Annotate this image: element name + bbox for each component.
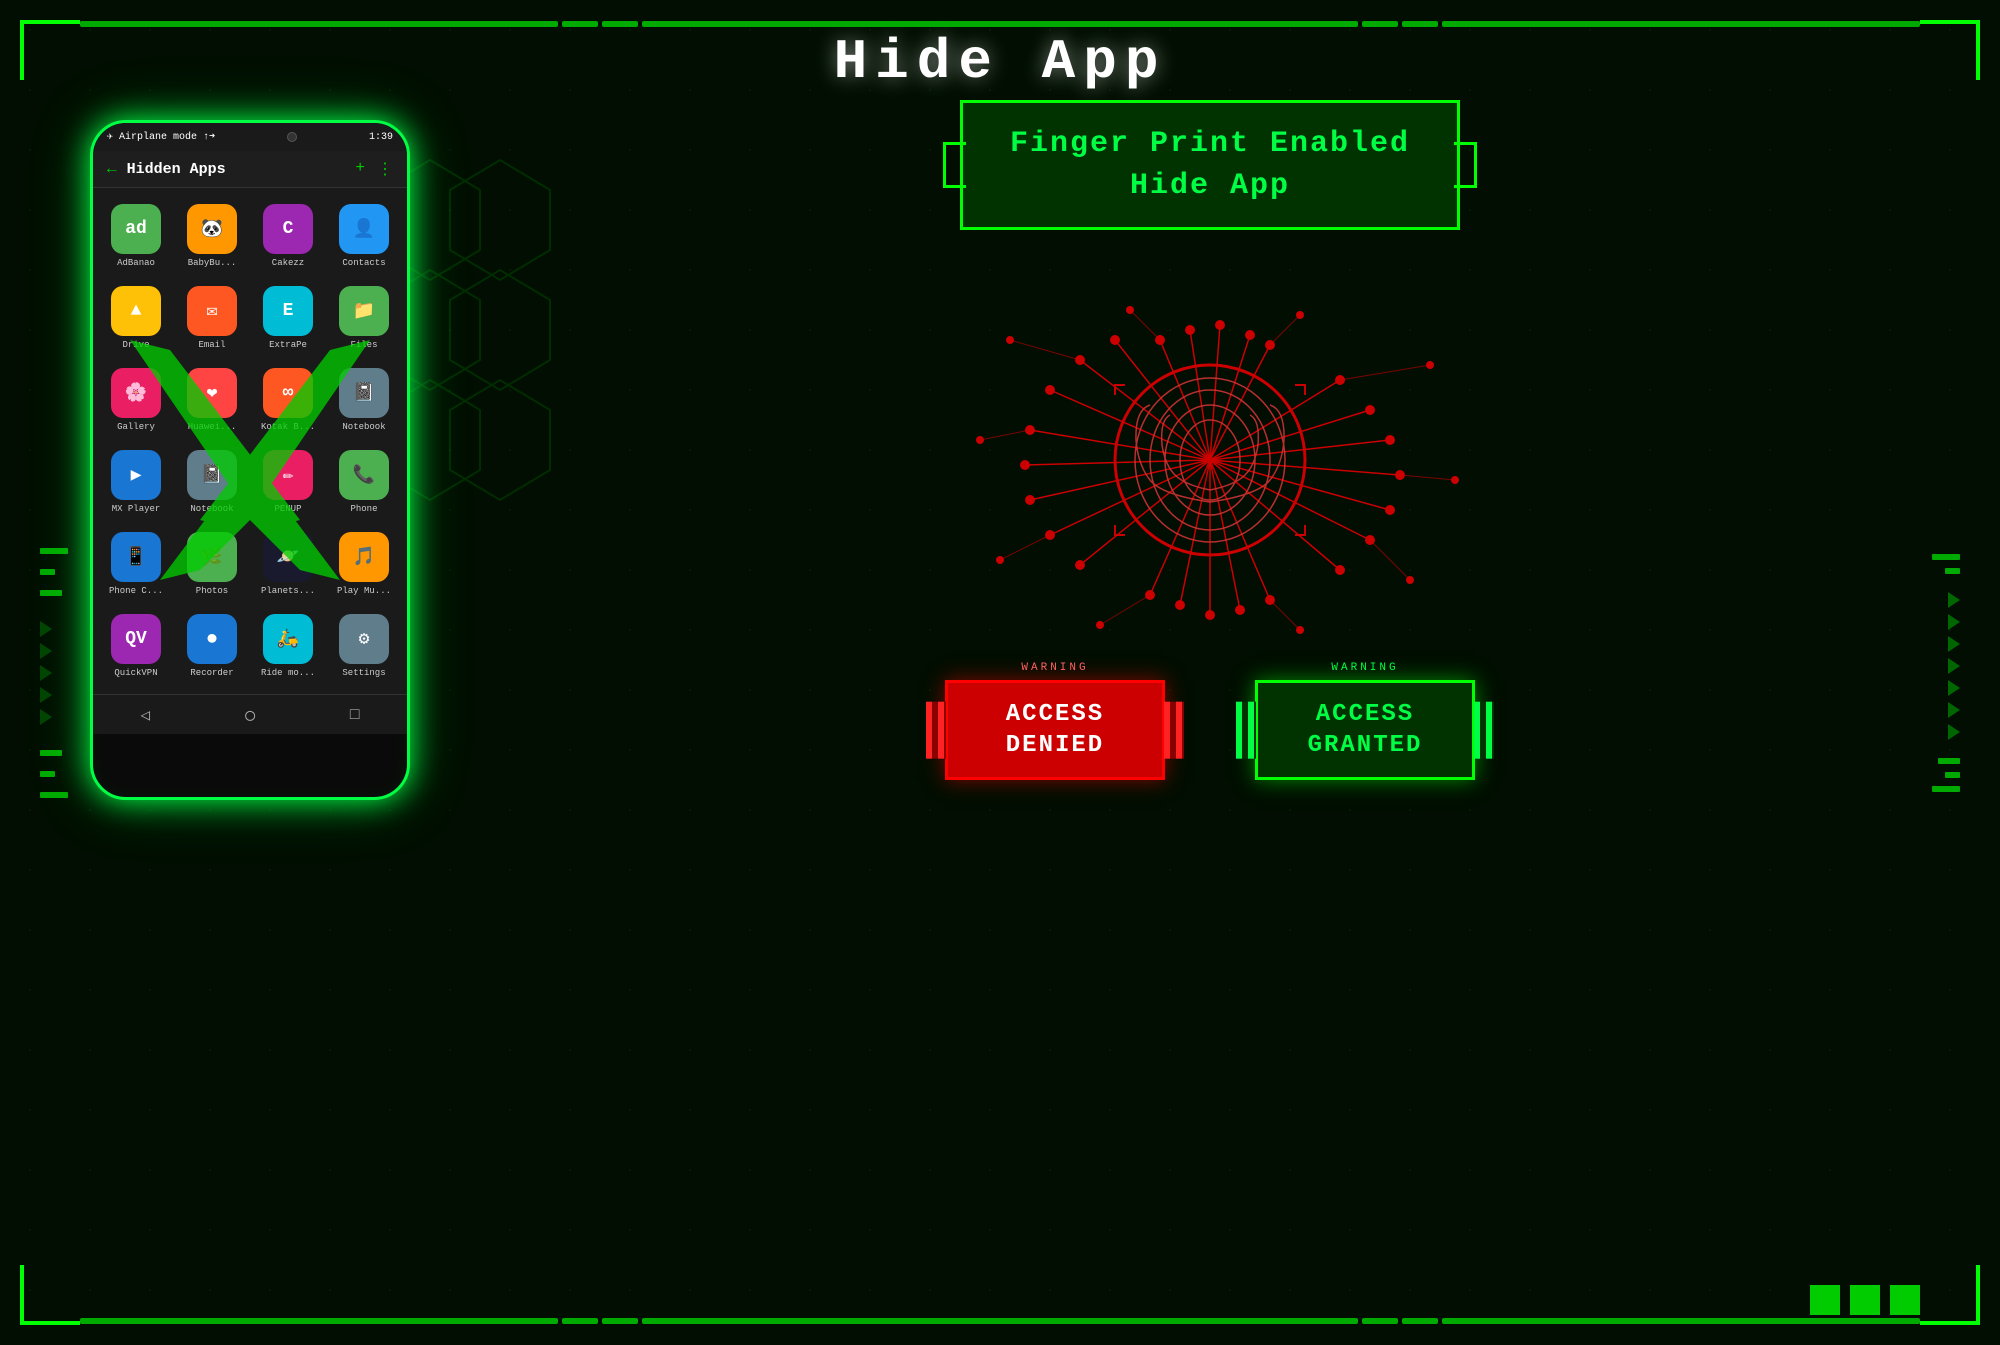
fingerprint-title-text: Finger Print Enabled Hide App [993, 123, 1427, 207]
app-item[interactable]: ⚙Settings [327, 606, 401, 686]
app-item[interactable]: ✉Email [175, 278, 249, 358]
bottom-square-2 [1850, 1285, 1880, 1315]
app-item[interactable]: 👤Contacts [327, 196, 401, 276]
app-item[interactable]: 🌿Photos [175, 524, 249, 604]
app-name-label: Notebook [190, 504, 233, 514]
app-item[interactable]: 🛵Ride mo... [251, 606, 325, 686]
app-name-label: Settings [342, 668, 385, 678]
app-name-label: Cakezz [272, 258, 304, 268]
app-name-label: Drive [122, 340, 149, 350]
app-item[interactable]: 📓Notebook [175, 442, 249, 522]
more-icon[interactable]: ⋮ [377, 159, 393, 179]
app-name-label: AdBanao [117, 258, 155, 268]
phone-camera [287, 132, 297, 142]
bottom-square-1 [1810, 1285, 1840, 1315]
app-name-label: Planets... [261, 586, 315, 596]
app-item[interactable]: 📓Notebook [327, 360, 401, 440]
app-item[interactable]: QVQuickVPN [99, 606, 173, 686]
bottom-square-3 [1890, 1285, 1920, 1315]
app-name-label: QuickVPN [114, 668, 157, 678]
app-name-label: PENUP [274, 504, 301, 514]
app-item[interactable]: 🎵Play Mu... [327, 524, 401, 604]
app-item[interactable]: CCakezz [251, 196, 325, 276]
phone-mockup: ✈ Airplane mode ↑➜ 1:39 ← Hidden Apps + … [90, 120, 410, 800]
app-name-label: Ride mo... [261, 668, 315, 678]
nav-home-icon[interactable]: ◯ [245, 705, 255, 725]
bottom-squares [1810, 1285, 1920, 1315]
left-side-decoration [40, 120, 70, 1225]
right-content-area: Finger Print Enabled Hide App [480, 100, 1940, 1285]
app-name-label: Contacts [342, 258, 385, 268]
app-item[interactable]: 📁Files [327, 278, 401, 358]
page-title: Hide App [834, 30, 1167, 94]
phone-header-icons[interactable]: + ⋮ [355, 159, 393, 179]
app-item[interactable]: ▶MX Player [99, 442, 173, 522]
app-name-label: Gallery [117, 422, 155, 432]
phone-nav-bar[interactable]: ◁ ◯ □ [93, 694, 407, 734]
app-item[interactable]: ❤Huawei... [175, 360, 249, 440]
nav-recent-icon[interactable]: □ [350, 706, 360, 724]
app-item[interactable]: 📱Phone C... [99, 524, 173, 604]
app-item[interactable]: ⏺Recorder [175, 606, 249, 686]
app-item[interactable]: ∞Kotak B... [251, 360, 325, 440]
corner-bl [20, 1265, 80, 1325]
access-denied-container: WARNING ACCESSDENIED [945, 680, 1165, 780]
nav-back-icon[interactable]: ◁ [141, 705, 151, 725]
phone-header[interactable]: ← Hidden Apps + ⋮ [93, 151, 407, 188]
status-airplane: ✈ Airplane mode ↑➜ [107, 131, 215, 143]
app-item[interactable]: 🌸Gallery [99, 360, 173, 440]
app-name-label: Photos [196, 586, 228, 596]
app-name-label: Email [198, 340, 225, 350]
phone-status-bar: ✈ Airplane mode ↑➜ 1:39 [93, 123, 407, 151]
app-name-label: Recorder [190, 668, 233, 678]
bottom-deco-bar [80, 1317, 1920, 1325]
app-item[interactable]: ✏PENUP [251, 442, 325, 522]
app-name-label: Phone C... [109, 586, 163, 596]
app-name-label: ExtraPe [269, 340, 307, 350]
app-item[interactable]: adAdBanao [99, 196, 173, 276]
fingerprint-title-box: Finger Print Enabled Hide App [960, 100, 1460, 230]
access-granted-button[interactable]: ACCESSGRANTED [1255, 680, 1475, 780]
status-time: 1:39 [369, 132, 393, 143]
app-item[interactable]: 📞Phone [327, 442, 401, 522]
app-item[interactable]: 🪐Planets... [251, 524, 325, 604]
app-name-label: BabyBu... [188, 258, 237, 268]
app-name-label: MX Player [112, 504, 161, 514]
phone-screen-title: Hidden Apps [127, 161, 346, 178]
warning-granted-label: WARNING [1331, 662, 1398, 674]
app-name-label: Notebook [342, 422, 385, 432]
back-icon[interactable]: ← [107, 160, 117, 178]
app-name-label: Play Mu... [337, 586, 391, 596]
app-item[interactable]: 🐼BabyBu... [175, 196, 249, 276]
add-icon[interactable]: + [355, 159, 365, 179]
access-denied-button[interactable]: ACCESSDENIED [945, 680, 1165, 780]
app-item[interactable]: ▲Drive [99, 278, 173, 358]
app-name-label: Files [350, 340, 377, 350]
bottom-buttons-row: WARNING ACCESSDENIED WARNING ACCESSGRANT… [480, 680, 1940, 780]
corner-tr [1920, 20, 1980, 80]
fingerprint-visual [950, 280, 1470, 660]
corner-tl [20, 20, 80, 80]
app-name-label: Huawei... [188, 422, 237, 432]
app-name-label: Kotak B... [261, 422, 315, 432]
app-grid: adAdBanao🐼BabyBu...CCakezz👤Contacts ▲Driv… [93, 188, 407, 694]
app-item[interactable]: EExtraPe [251, 278, 325, 358]
warning-denied-label: WARNING [1021, 662, 1088, 674]
top-deco-bar [80, 20, 1920, 28]
app-name-label: Phone [350, 504, 377, 514]
access-granted-container: WARNING ACCESSGRANTED [1255, 680, 1475, 780]
